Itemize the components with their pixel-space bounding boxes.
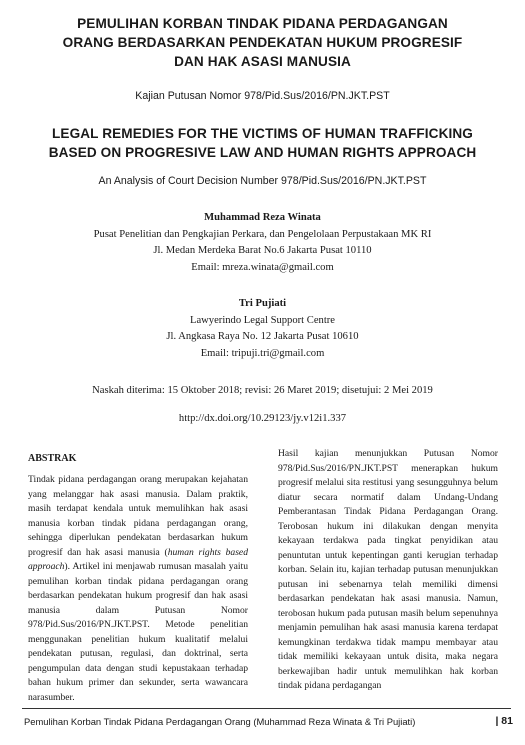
title-en-line-1: LEGAL REMEDIES FOR THE VICTIMS OF HUMAN … (52, 126, 473, 141)
footer-divider (22, 708, 511, 709)
footer-running-title: Pemulihan Korban Tindak Pidana Perdagang… (24, 716, 416, 727)
abstract-text: Tindak pidana perdagangan orang merupaka… (28, 474, 248, 558)
abstract-paragraph-left: Tindak pidana perdagangan orang merupaka… (28, 473, 248, 705)
doi-link[interactable]: http://dx.doi.org/10.29123/jy.v12i1.337 (20, 412, 505, 426)
subtitle-indonesian: Kajian Putusan Nomor 978/Pid.Sus/2016/PN… (135, 90, 390, 102)
author-name: Tri Pujiati (238, 298, 287, 309)
author-email[interactable]: Email: tripuji.tri@gmail.com (20, 346, 505, 363)
submission-dates: Naskah diterima: 15 Oktober 2018; revisi… (92, 385, 433, 396)
abstract-heading: ABSTRAK (28, 453, 77, 464)
article-title-indonesian: PEMULIHAN KORBAN TINDAK PIDANA PERDAGANG… (20, 14, 505, 71)
journal-page: PEMULIHAN KORBAN TINDAK PIDANA PERDAGANG… (0, 0, 525, 745)
article-title-english: LEGAL REMEDIES FOR THE VICTIMS OF HUMAN … (20, 124, 505, 162)
author-email[interactable]: Email: mreza.winata@gmail.com (20, 260, 505, 277)
author-block-1: Muhammad Reza Winata Pusat Penelitian da… (20, 210, 505, 276)
title-id-line-2: ORANG BERDASARKAN PENDEKATAN HUKUM PROGR… (62, 35, 463, 50)
subtitle-english: An Analysis of Court Decision Number 978… (98, 175, 427, 187)
title-id-line-1: PEMULIHAN KORBAN TINDAK PIDANA PERDAGANG… (77, 16, 448, 31)
author-affiliation: Pusat Penelitian dan Pengkajian Perkara,… (93, 228, 432, 240)
author-name: Muhammad Reza Winata (204, 212, 321, 223)
abstract-left-column: ABSTRAK Tindak pidana perdagangan orang … (28, 447, 248, 705)
author-affiliation: Lawyerindo Legal Support Centre (189, 314, 336, 326)
abstract-right-column: Hasil kajian menunjukkan Putusan Nomor 9… (278, 447, 498, 694)
author-block-2: Tri Pujiati Lawyerindo Legal Support Cen… (20, 296, 505, 362)
author-address: Jl. Medan Merdeka Barat No.6 Jakarta Pus… (153, 245, 372, 256)
abstract-paragraph-right: Hasil kajian menunjukkan Putusan Nomor 9… (278, 448, 498, 691)
page-number: | 81 (495, 715, 513, 727)
title-en-line-2: BASED ON PROGRESIVE LAW AND HUMAN RIGHTS… (48, 145, 477, 160)
title-id-line-3: DAN HAK ASASI MANUSIA (174, 54, 351, 69)
author-address: Jl. Angkasa Raya No. 12 Jakarta Pusat 10… (166, 331, 359, 342)
abstract-text: ). Artikel ini menjawab rumusan masalah … (28, 561, 248, 703)
